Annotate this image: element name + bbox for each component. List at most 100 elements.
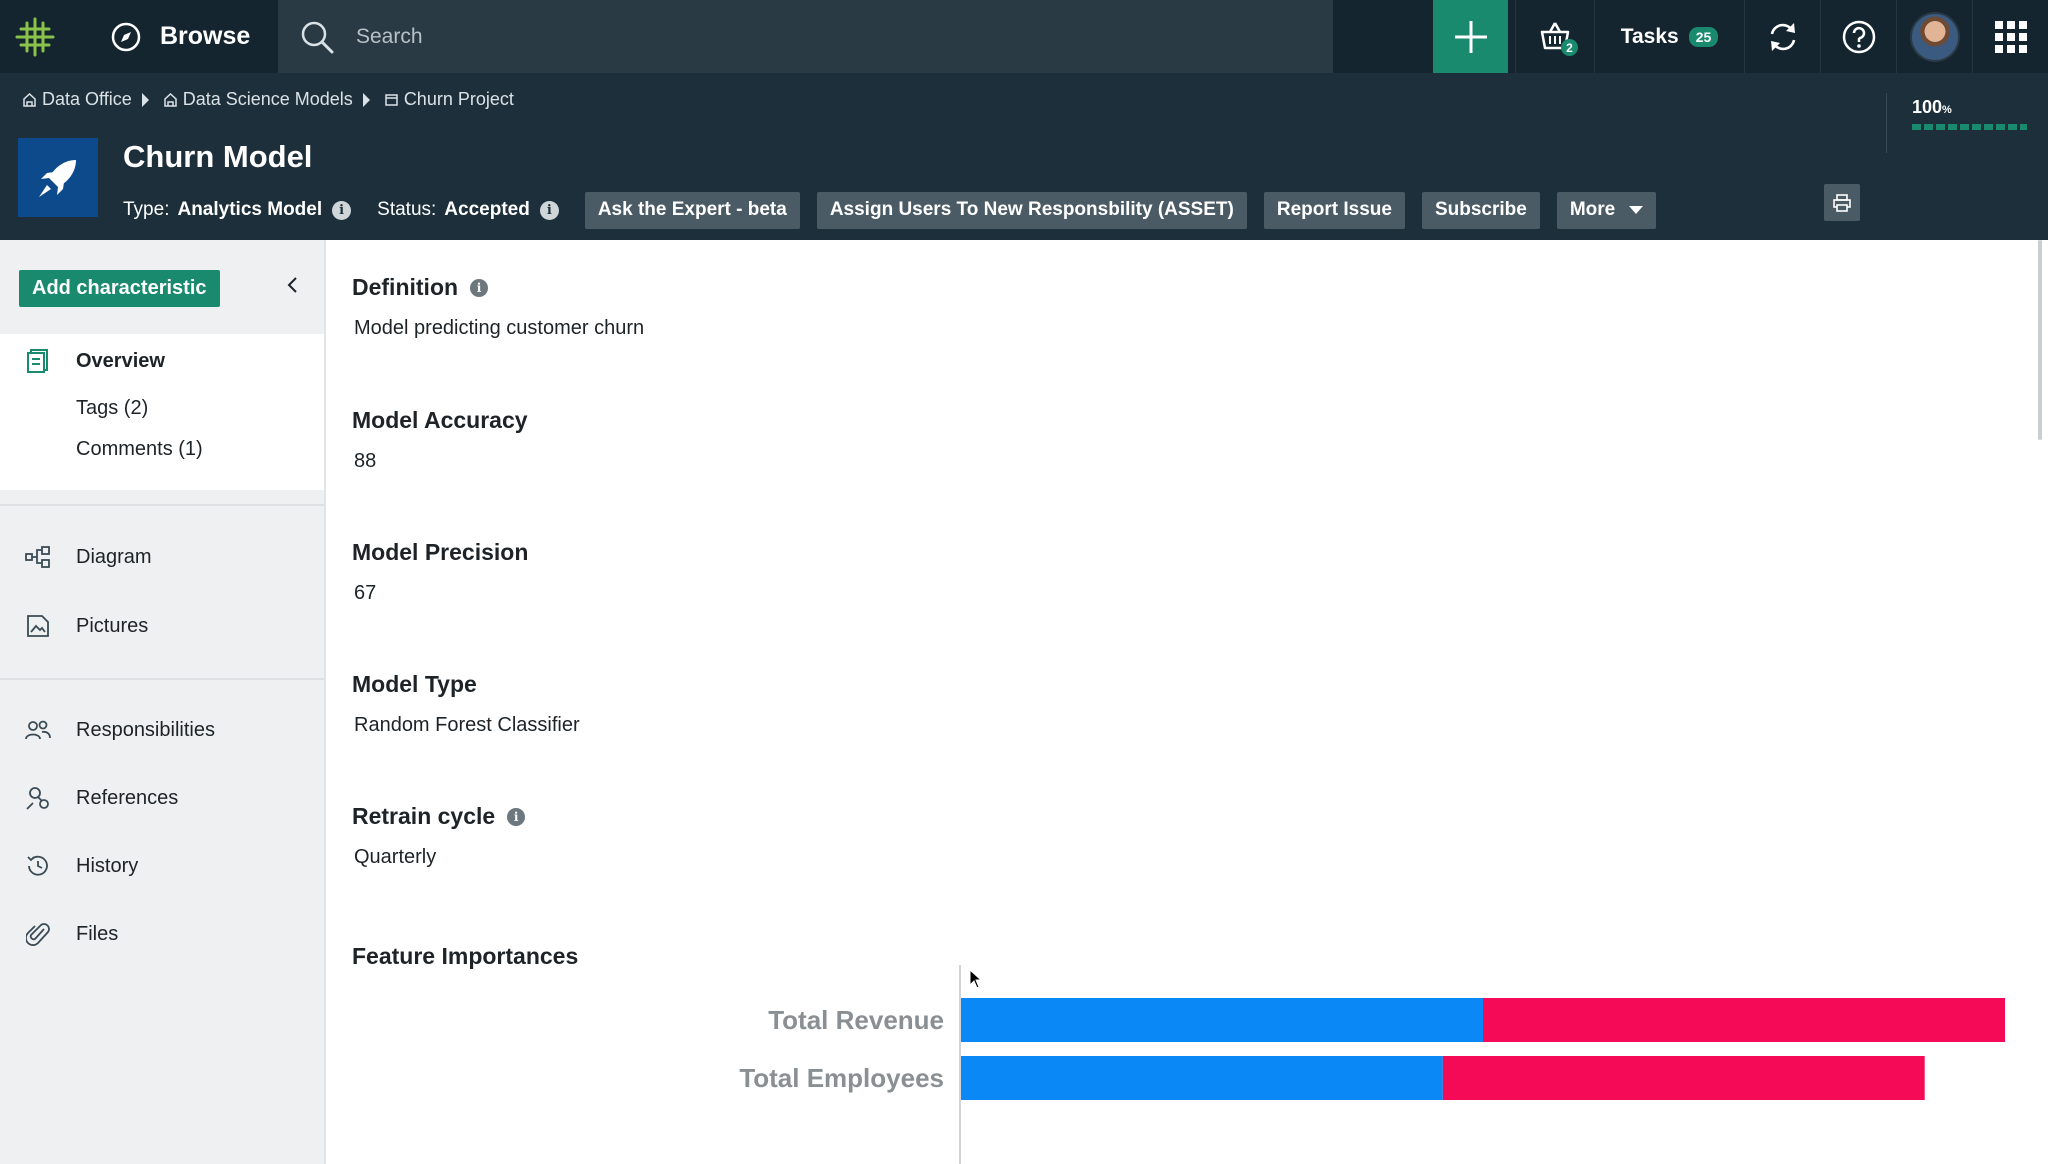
sidebar-item-label: Files [76, 922, 119, 945]
logo-icon[interactable] [0, 0, 70, 73]
help-icon [1842, 20, 1875, 53]
sidebar-item-references[interactable]: References [0, 778, 324, 818]
browse-label: Browse [160, 22, 251, 50]
info-icon[interactable]: i [507, 807, 526, 826]
diagram-icon [24, 543, 52, 571]
basket-count-badge: 2 [1561, 39, 1578, 56]
definition-value[interactable]: Model predicting customer churn [354, 317, 644, 340]
sidebar-item-diagram[interactable]: Diagram [0, 537, 324, 577]
rocket-icon [18, 138, 98, 217]
chart-bar[interactable] [961, 998, 1483, 1042]
feature-importances-chart: Total Revenue Total Employees [328, 965, 2018, 1164]
field-retrain-cycle: Retrain cycle i Quarterly [352, 803, 526, 869]
scrollbar[interactable] [2038, 240, 2042, 440]
user-menu-button[interactable] [1896, 0, 1972, 73]
sidebar-item-tags[interactable]: Tags (2) [76, 393, 148, 423]
report-issue-button[interactable]: Report Issue [1263, 191, 1405, 229]
field-model-type: Model Type Random Forest Classifier [352, 671, 580, 737]
breadcrumb-separator [141, 92, 149, 107]
sidebar-item-label: History [76, 854, 139, 877]
field-model-accuracy: Model Accuracy 88 [352, 407, 528, 473]
field-definition: Definition i Model predicting customer c… [352, 274, 644, 340]
type-label: Type: [123, 199, 170, 220]
assign-users-button[interactable]: Assign Users To New Responsbility (ASSET… [816, 191, 1247, 229]
main-content: Definition i Model predicting customer c… [328, 240, 2018, 1164]
field-model-precision: Model Precision 67 [352, 539, 528, 605]
completeness-value: 100% [1912, 97, 1952, 117]
subscribe-button[interactable]: Subscribe [1421, 191, 1540, 229]
asset-meta-row: Type: Analytics Model i Status: Accepted… [123, 190, 1673, 230]
field-label: Model Precision [352, 539, 529, 565]
print-button[interactable] [1824, 184, 1860, 221]
collapse-sidebar-button[interactable] [280, 270, 304, 300]
breadcrumb-separator [362, 92, 370, 107]
caret-down-icon [1629, 206, 1644, 214]
users-icon [24, 716, 52, 744]
sidebar-item-comments[interactable]: Comments (1) [76, 434, 203, 464]
create-button[interactable] [1433, 0, 1508, 73]
help-button[interactable] [1820, 0, 1896, 73]
chart-bar[interactable] [1442, 1056, 1925, 1100]
sidebar-item-label: Overview [76, 349, 165, 372]
sync-icon [1770, 22, 1795, 51]
tasks-label: Tasks [1620, 24, 1679, 48]
asset-header: Data Office Data Science Models Churn Pr… [0, 73, 2048, 240]
search-icon [301, 21, 334, 53]
breadcrumb-item-churn-project[interactable]: Churn Project [384, 89, 514, 110]
sidebar-item-overview[interactable]: Overview [0, 341, 324, 381]
sidebar-item-pictures[interactable]: Pictures [0, 606, 324, 646]
apps-grid-icon [1994, 20, 2027, 53]
chart-svg: Total Revenue Total Employees [739, 965, 2005, 1164]
model-accuracy-value[interactable]: 88 [354, 450, 528, 473]
chevron-left-icon [287, 277, 297, 293]
status-value: Accepted [444, 199, 530, 220]
tasks-count-badge: 25 [1688, 26, 1719, 47]
sidebar-item-label: Responsibilities [76, 718, 215, 741]
retrain-cycle-value[interactable]: Quarterly [354, 846, 525, 869]
printer-icon [1833, 193, 1851, 212]
community-icon [163, 92, 177, 107]
more-button[interactable]: More [1556, 191, 1657, 229]
breadcrumb: Data Office Data Science Models Churn Pr… [22, 89, 514, 110]
search-input[interactable]: Search [278, 0, 1333, 73]
chart-bar[interactable] [1483, 998, 2005, 1042]
page-title: Churn Model [123, 139, 313, 174]
info-icon[interactable]: i [539, 200, 559, 220]
sidebar-item-responsibilities[interactable]: Responsibilities [0, 710, 324, 750]
picture-icon [24, 612, 52, 640]
sidebar-item-history[interactable]: History [0, 846, 324, 886]
browse-button[interactable]: Browse [70, 0, 278, 73]
history-icon [24, 852, 52, 880]
sidebar-item-label: Pictures [76, 614, 149, 637]
completeness-indicator[interactable]: 100% [1886, 93, 2027, 153]
sidebar-item-files[interactable]: Files [0, 914, 324, 954]
model-type-value[interactable]: Random Forest Classifier [354, 714, 580, 737]
sidebar-item-label: Diagram [76, 545, 152, 568]
breadcrumb-item-data-science-models[interactable]: Data Science Models [163, 89, 353, 110]
model-precision-value[interactable]: 67 [354, 582, 528, 605]
ask-expert-button[interactable]: Ask the Expert - beta [584, 191, 800, 229]
top-navigation-bar: Browse Search 2 Tasks 25 [0, 0, 2048, 73]
plus-icon [1454, 20, 1487, 53]
chart-category-label: Total Employees [739, 1063, 944, 1093]
paperclip-icon [24, 920, 52, 948]
breadcrumb-item-data-office[interactable]: Data Office [22, 89, 132, 110]
add-characteristic-button[interactable]: Add characteristic [19, 270, 220, 307]
community-icon [23, 92, 36, 107]
basket-button[interactable]: 2 [1515, 0, 1594, 73]
chart-bar[interactable] [961, 1056, 1443, 1100]
compass-icon [111, 22, 141, 51]
sync-button[interactable] [1744, 0, 1820, 73]
references-icon [24, 784, 52, 812]
info-icon[interactable]: i [332, 200, 352, 220]
divider [0, 504, 324, 506]
tasks-button[interactable]: Tasks 25 [1594, 0, 1744, 73]
apps-menu-button[interactable] [1972, 0, 2048, 73]
completeness-progress-bar [1912, 124, 2027, 130]
divider [0, 678, 324, 680]
avatar [1909, 11, 1960, 62]
search-placeholder: Search [356, 24, 423, 48]
info-icon[interactable]: i [470, 278, 489, 297]
sidebar-item-label: References [76, 786, 179, 809]
field-label: Definition i [352, 274, 644, 301]
